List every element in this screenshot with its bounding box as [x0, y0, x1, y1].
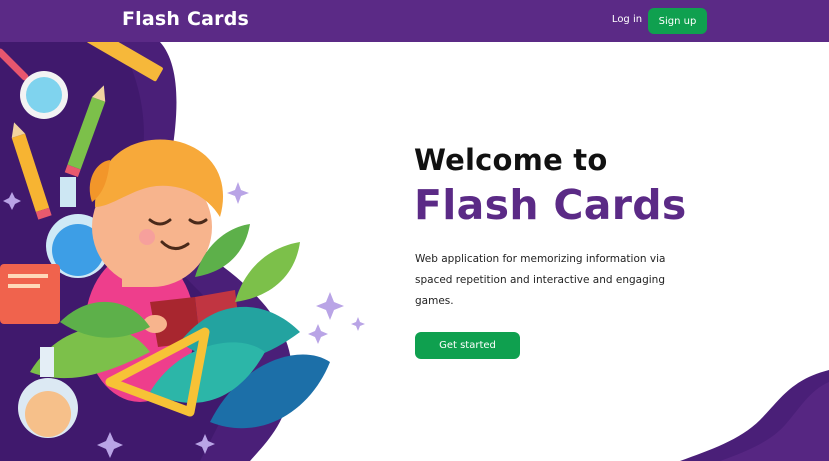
hero-description: Web application for memorizing informati…	[415, 253, 666, 307]
brand-logo-text[interactable]: Flash Cards	[122, 8, 249, 30]
login-button[interactable]: Log in	[604, 14, 650, 25]
hero-title-line2: Flash Cards	[414, 181, 687, 229]
get-started-button[interactable]: Get started	[415, 332, 520, 359]
top-navbar: Flash Cards Log in Sign up	[0, 0, 829, 42]
books-stack-icon	[0, 264, 60, 324]
signup-button[interactable]: Sign up	[648, 8, 707, 34]
child-reading-illustration	[0, 42, 365, 461]
hero-title-line1: Welcome to	[414, 143, 608, 177]
corner-wave-decoration	[680, 370, 829, 461]
